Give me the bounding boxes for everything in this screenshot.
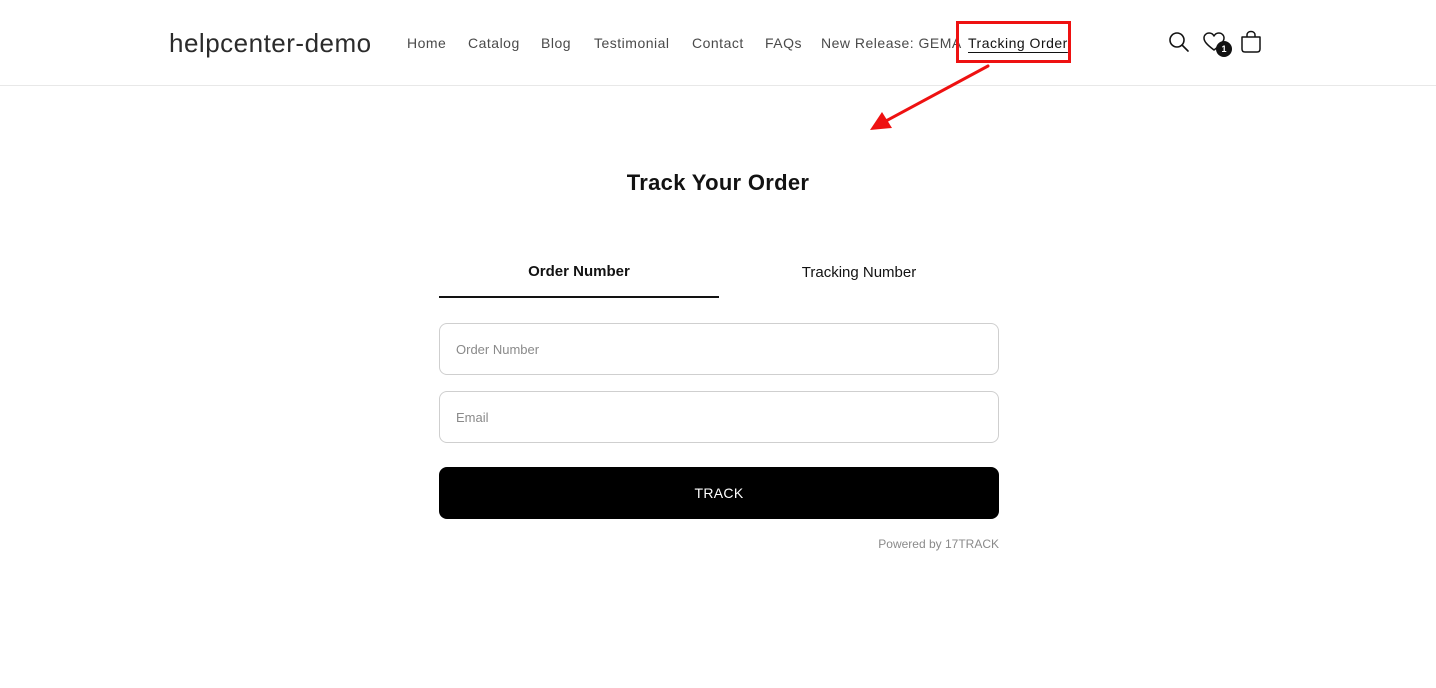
- annotation-arrow: [870, 64, 990, 130]
- nav-item-faqs[interactable]: FAQs: [765, 33, 802, 53]
- nav-item-catalog[interactable]: Catalog: [468, 33, 520, 53]
- site-logo[interactable]: helpcenter-demo: [169, 26, 372, 60]
- search-icon[interactable]: [1168, 31, 1190, 58]
- powered-by-text: Powered by 17TRACK: [878, 537, 999, 551]
- wishlist-count-badge: 1: [1216, 41, 1232, 57]
- nav-item-new-release[interactable]: New Release: GEMA: [821, 33, 962, 53]
- nav-item-home[interactable]: Home: [407, 33, 446, 53]
- tab-order-number[interactable]: Order Number: [439, 258, 719, 298]
- track-button[interactable]: TRACK: [439, 467, 999, 519]
- order-number-input[interactable]: [439, 323, 999, 375]
- nav-item-blog[interactable]: Blog: [541, 33, 571, 53]
- nav-item-testimonial[interactable]: Testimonial: [594, 33, 670, 53]
- tab-tracking-number[interactable]: Tracking Number: [719, 259, 999, 299]
- cart-icon[interactable]: [1240, 30, 1262, 59]
- annotation-highlight-box: [956, 21, 1071, 63]
- email-input[interactable]: [439, 391, 999, 443]
- page-title: Track Your Order: [626, 170, 810, 195]
- nav-item-contact[interactable]: Contact: [692, 33, 744, 53]
- site-header: helpcenter-demo Home Catalog Blog Testim…: [0, 0, 1436, 86]
